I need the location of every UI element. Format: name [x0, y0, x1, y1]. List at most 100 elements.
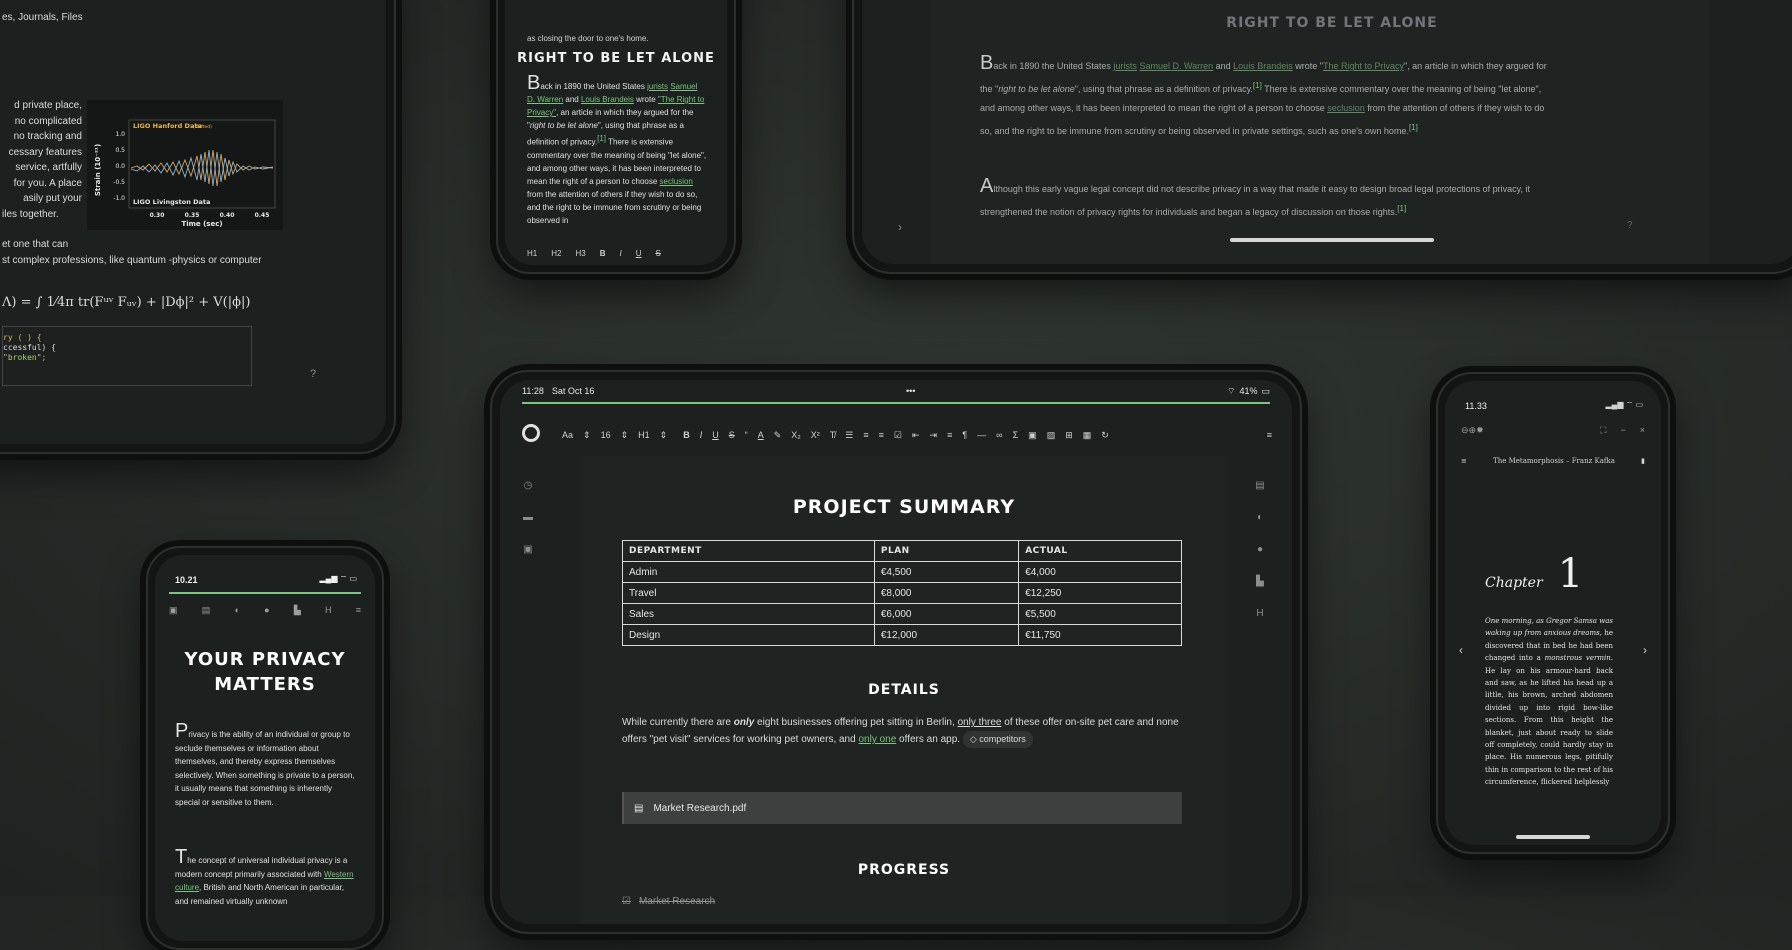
- table-cell[interactable]: Sales: [622, 603, 875, 625]
- sidebar-icon[interactable]: ▣: [169, 605, 178, 616]
- heading-icon[interactable]: H: [1254, 608, 1266, 620]
- toggle-icon[interactable]: ◐: [1254, 512, 1266, 524]
- reference-link[interactable]: [1]: [1397, 204, 1406, 213]
- heading-icon[interactable]: H: [325, 605, 332, 616]
- info-icon[interactable]: ●: [264, 605, 269, 616]
- fullscreen-icon[interactable]: ⛶: [1600, 425, 1606, 436]
- table-cell[interactable]: €4,000: [1018, 561, 1182, 583]
- zoom-in-icon[interactable]: ⊕: [1469, 425, 1477, 436]
- formula-button[interactable]: Σ: [1013, 430, 1019, 440]
- info-icon[interactable]: ●: [1254, 544, 1266, 556]
- superscript-button[interactable]: X²: [811, 430, 820, 440]
- help-button[interactable]: ?: [1627, 220, 1633, 231]
- sync-button[interactable]: ↻: [1101, 430, 1109, 441]
- bold-button[interactable]: B: [683, 430, 690, 440]
- table-cell[interactable]: Admin: [622, 561, 875, 583]
- checklist-button[interactable]: ☑: [894, 430, 902, 441]
- italic-button[interactable]: I: [700, 430, 703, 440]
- link-seclusion[interactable]: seclusion: [660, 177, 693, 186]
- chart-icon[interactable]: ▙: [1254, 576, 1266, 588]
- divider-button[interactable]: —: [977, 430, 986, 440]
- reference-link[interactable]: [1]: [1409, 123, 1418, 132]
- task-item[interactable]: ☑ Market Research: [622, 896, 715, 907]
- media-button[interactable]: ▨: [1047, 430, 1056, 441]
- text-color-button[interactable]: A: [758, 430, 764, 440]
- menu-button[interactable]: ≡: [1267, 430, 1272, 440]
- embed-button[interactable]: ⊞: [1065, 430, 1073, 441]
- inbox-icon[interactable]: ▣: [522, 544, 534, 556]
- quote-button[interactable]: “: [745, 430, 748, 440]
- folder-icon[interactable]: ▬: [522, 512, 534, 524]
- link-jurists[interactable]: jurists: [647, 82, 668, 91]
- document-page[interactable]: PROJECT SUMMARY DEPARTMENT PLAN ACTUAL A…: [580, 456, 1228, 924]
- menu-icon[interactable]: ≡: [1461, 457, 1467, 465]
- table-cell[interactable]: €6,000: [873, 603, 1020, 625]
- strike-button[interactable]: S: [656, 249, 661, 258]
- underline-button[interactable]: U: [712, 430, 719, 440]
- table-cell[interactable]: €11,750: [1018, 624, 1182, 646]
- link-button[interactable]: ∞: [996, 430, 1002, 440]
- strike-button[interactable]: S: [729, 430, 735, 440]
- numbered-list-button[interactable]: ≡: [863, 430, 868, 440]
- next-page-button[interactable]: ›: [1643, 643, 1647, 657]
- document-icon[interactable]: ▤: [1254, 480, 1266, 492]
- table-cell[interactable]: €4,500: [873, 561, 1020, 583]
- bold-button[interactable]: B: [600, 249, 606, 258]
- highlight-button[interactable]: ✎: [774, 430, 782, 441]
- checkbox-icon[interactable]: ☑: [622, 896, 631, 907]
- multitasking-dots[interactable]: •••: [594, 386, 1227, 396]
- prev-page-button[interactable]: ‹: [1459, 643, 1463, 657]
- link-warren[interactable]: Samuel D. Warren: [1139, 61, 1213, 71]
- close-icon[interactable]: ×: [1640, 425, 1645, 436]
- h3-button[interactable]: H3: [575, 249, 585, 258]
- table-cell[interactable]: €8,000: [873, 582, 1020, 604]
- font-select[interactable]: Aa: [562, 430, 573, 440]
- clock-icon[interactable]: ◷: [522, 480, 534, 492]
- chart-icon[interactable]: ▙: [294, 605, 301, 616]
- home-indicator[interactable]: [1516, 835, 1590, 839]
- budget-table[interactable]: DEPARTMENT PLAN ACTUAL Admin €4,500 €4,0…: [622, 540, 1182, 646]
- size-select[interactable]: 16: [601, 430, 611, 440]
- home-indicator[interactable]: [1230, 238, 1434, 242]
- toggle-icon[interactable]: ◐: [235, 605, 240, 616]
- reference-link[interactable]: [1]: [1253, 81, 1262, 90]
- italic-button[interactable]: I: [619, 249, 621, 258]
- outdent-button[interactable]: ⇤: [912, 430, 920, 441]
- file-attachment[interactable]: ▤ Market Research.pdf: [622, 792, 1182, 824]
- table-button[interactable]: ▦: [1083, 430, 1092, 441]
- subscript-button[interactable]: X₂: [791, 430, 801, 440]
- table-cell[interactable]: Design: [622, 624, 875, 646]
- h2-button[interactable]: H2: [551, 249, 561, 258]
- indent-button[interactable]: ⇥: [930, 430, 938, 441]
- link-brandeis[interactable]: Louis Brandeis: [581, 95, 634, 104]
- help-button[interactable]: ?: [310, 368, 316, 380]
- table-cell[interactable]: €12,000: [873, 624, 1020, 646]
- bookmark-icon[interactable]: ▮: [1641, 457, 1645, 465]
- table-cell[interactable]: Travel: [622, 582, 875, 604]
- tag-chip[interactable]: ◇ competitors: [962, 731, 1033, 748]
- table-cell[interactable]: €12,250: [1018, 582, 1182, 604]
- link-right-to-privacy[interactable]: The Right to Privacy: [1323, 61, 1404, 71]
- minimize-icon[interactable]: −: [1620, 425, 1625, 436]
- underline-button[interactable]: U: [636, 249, 642, 258]
- menu-icon[interactable]: ≡: [356, 605, 361, 616]
- link-only-one[interactable]: only one: [858, 734, 896, 745]
- image-button[interactable]: ▣: [1028, 430, 1037, 441]
- clear-format-button[interactable]: T̸: [830, 430, 836, 440]
- paragraph-button[interactable]: ¶: [962, 430, 967, 440]
- link-brandeis[interactable]: Louis Brandeis: [1233, 61, 1293, 71]
- list-button[interactable]: ≡: [879, 430, 884, 440]
- h1-button[interactable]: H1: [527, 249, 537, 258]
- heading-select[interactable]: H1: [638, 430, 650, 440]
- document-icon[interactable]: ▤: [202, 605, 211, 616]
- table-cell[interactable]: €5,500: [1018, 603, 1182, 625]
- app-logo[interactable]: [522, 424, 540, 442]
- align-button[interactable]: ≡: [947, 430, 952, 440]
- zoom-out-icon[interactable]: ⊖: [1461, 425, 1469, 436]
- next-page-button[interactable]: ›: [898, 220, 902, 234]
- reference-link[interactable]: [1]: [597, 134, 606, 143]
- link-jurists[interactable]: jurists: [1113, 61, 1137, 71]
- bullet-list-button[interactable]: ☰: [845, 430, 853, 441]
- link-seclusion[interactable]: seclusion: [1327, 103, 1365, 113]
- brightness-icon[interactable]: ✹: [1476, 425, 1484, 436]
